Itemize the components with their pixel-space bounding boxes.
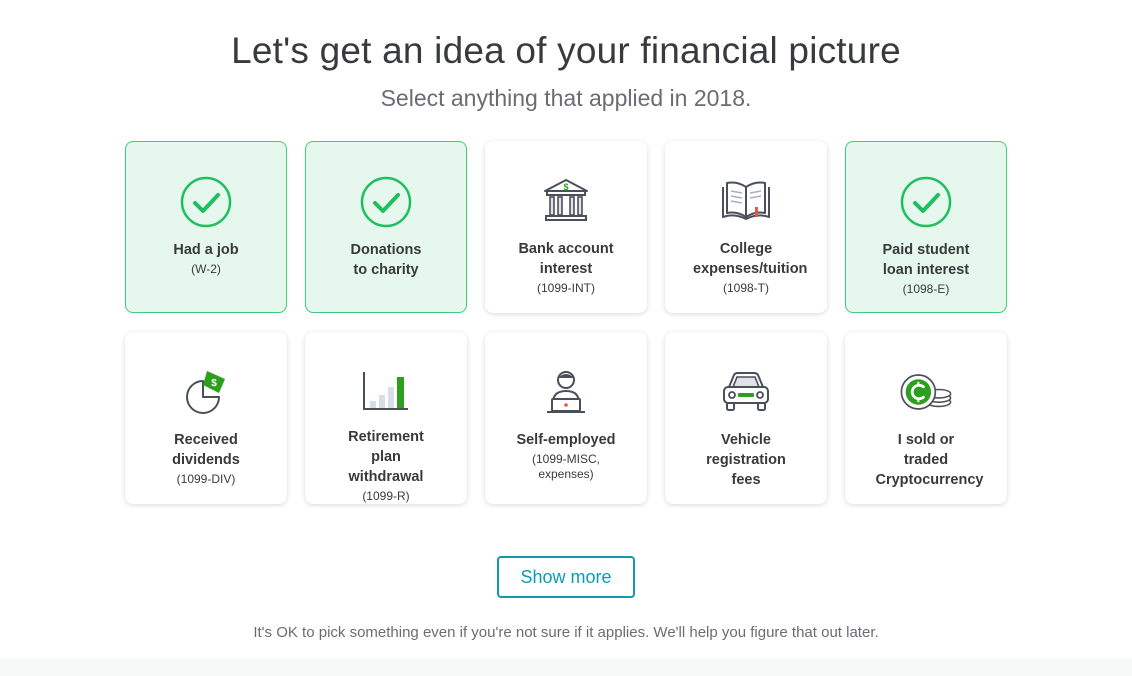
card-retirement-plan-withdrawal[interactable]: Retirement plan withdrawal (1099-R) — [305, 332, 467, 504]
show-more-button[interactable]: Show more — [497, 556, 635, 598]
financial-picture-page: Let's get an idea of your financial pict… — [0, 0, 1132, 676]
checkmark-icon — [178, 174, 234, 230]
card-form: (1099-INT) — [536, 281, 595, 295]
card-donations-to-charity[interactable]: Donations to charity — [305, 141, 467, 313]
footer-band — [0, 658, 1132, 676]
crypto-coin-icon — [898, 364, 954, 420]
card-form: (1099-R) — [362, 489, 410, 503]
card-form: (1098-E) — [902, 282, 950, 296]
checkmark-icon — [898, 174, 954, 230]
card-label: Self-employed — [516, 432, 616, 448]
card-label: Had a job — [173, 242, 239, 258]
page-subtitle: Select anything that applied in 2018. — [380, 85, 752, 111]
car-icon — [718, 364, 774, 420]
card-college-expenses[interactable]: College expenses/tuition (1098-T) — [665, 141, 827, 313]
card-form: (1099-MISC, expenses) — [531, 452, 601, 481]
svg-text:$: $ — [563, 182, 568, 192]
card-received-dividends[interactable]: $ Received dividends (1099-DIV) — [125, 332, 287, 504]
card-vehicle-registration-fees[interactable]: Vehicle registration fees — [665, 332, 827, 504]
card-bank-account-interest[interactable]: $ Bank account interest (1099-INT) — [485, 141, 647, 313]
card-form: (W-2) — [191, 262, 221, 276]
pie-chart-icon: $ — [178, 364, 234, 420]
card-self-employed[interactable]: Self-employed (1099-MISC, expenses) — [485, 332, 647, 504]
bank-icon: $ — [538, 173, 594, 229]
card-label: Received dividends — [172, 432, 240, 468]
card-label: Paid student loan interest — [882, 242, 970, 278]
card-form: (1098-T) — [722, 281, 769, 295]
page-title: Let's get an idea of your financial pict… — [231, 30, 901, 71]
card-label: Donations to charity — [350, 242, 422, 278]
bar-chart-icon — [358, 364, 414, 417]
card-label: College expenses/tuition — [693, 241, 808, 277]
book-icon — [718, 173, 774, 229]
card-paid-student-loan-interest[interactable]: Paid student loan interest (1098-E) — [845, 141, 1007, 313]
checkmark-icon — [358, 174, 414, 230]
card-label: I sold or traded Cryptocurrency — [875, 432, 984, 488]
card-label: Retirement plan withdrawal — [348, 429, 424, 485]
helper-note: It's OK to pick something even if you're… — [253, 624, 879, 641]
person-laptop-icon — [538, 364, 594, 420]
topic-grid: Had a job (W-2) Donations to charity $ B… — [125, 141, 1007, 504]
card-form: (1099-DIV) — [176, 472, 236, 486]
card-label: Bank account interest — [518, 241, 614, 277]
card-cryptocurrency[interactable]: I sold or traded Cryptocurrency — [845, 332, 1007, 504]
svg-text:$: $ — [211, 378, 217, 389]
card-label: Vehicle registration fees — [706, 432, 786, 488]
card-had-a-job[interactable]: Had a job (W-2) — [125, 141, 287, 313]
